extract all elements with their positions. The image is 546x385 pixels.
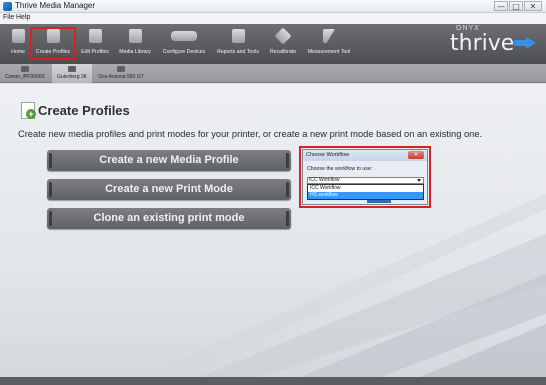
maximize-button[interactable]: □ (509, 1, 523, 11)
printer-strip: Canon_iPF9000S Guterberg 3K Oce Arizona … (0, 64, 546, 83)
app-icon (3, 2, 12, 11)
toolbar-home-label: Home (11, 49, 25, 55)
create-print-mode-label: Create a new Print Mode (105, 183, 233, 195)
printer-guterberg[interactable]: Guterberg 3K (52, 64, 92, 83)
workflow-option-icc[interactable]: ICC Workflow (308, 185, 423, 192)
edit-profiles-icon (88, 29, 102, 43)
main-toolbar: Home Create Profiles Edit Profiles Media… (0, 24, 546, 64)
dialog-titlebar: Choose Workflow ✕ (303, 150, 427, 161)
menu-help[interactable]: Help (16, 14, 30, 21)
printer-oce-arizona-label: Oce Arizona 550 GT (98, 74, 144, 80)
button-cap-right (286, 153, 289, 168)
toolbar-media-library[interactable]: Media Library (117, 29, 153, 59)
window-controls: — □ ✕ (493, 1, 542, 11)
toolbar-measurement-tool-label: Measurement Tool (307, 49, 351, 55)
title-bar: Thrive Media Manager — □ ✕ (0, 0, 546, 13)
page-title: Create Profiles (38, 103, 130, 118)
toolbar-configure-devices-label: Configure Devices (162, 49, 206, 55)
toolbar-reports-tools[interactable]: Reports and Tools (214, 29, 262, 59)
background-decoration (140, 194, 546, 377)
printer-canon-label: Canon_iPF9000S (5, 74, 45, 80)
workflow-dropdown-list: ICC Workflow HS workflow (307, 184, 424, 200)
home-icon (11, 29, 25, 43)
printer-guterberg-label: Guterberg 3K (56, 74, 88, 80)
measurement-tool-icon (323, 29, 335, 43)
toolbar-measurement-tool[interactable]: Measurement Tool (305, 29, 353, 59)
create-profiles-highlight (30, 27, 76, 60)
dialog-close-button[interactable]: ✕ (408, 151, 424, 159)
toolbar-edit-profiles-label: Edit Profiles (81, 49, 109, 55)
dialog-prompt: Choose the workflow to use: (307, 166, 373, 172)
workflow-option-hs[interactable]: HS workflow (308, 192, 423, 199)
create-media-profile-label: Create a new Media Profile (99, 154, 239, 166)
printer-icon (21, 66, 29, 72)
page-description: Create new media profiles and print mode… (18, 129, 483, 139)
button-cap-left (49, 211, 52, 226)
toolbar-configure-devices[interactable]: Configure Devices (159, 29, 209, 59)
clone-print-mode-button[interactable]: Clone an existing print mode (47, 208, 291, 229)
status-bar (0, 377, 546, 385)
recalibrate-icon (274, 27, 292, 45)
create-profile-icon: + (21, 102, 36, 119)
plus-icon: + (26, 109, 36, 119)
toolbar-edit-profiles[interactable]: Edit Profiles (78, 29, 112, 59)
create-media-profile-button[interactable]: Create a new Media Profile (47, 150, 291, 171)
reports-tools-icon (231, 29, 245, 43)
page-header: + Create Profiles (21, 102, 130, 119)
logo-arrow-icon (514, 37, 536, 49)
dialog-title: Choose Workflow (306, 152, 349, 158)
printer-oce-arizona[interactable]: Oce Arizona 550 GT (96, 64, 146, 83)
content-area: + Create Profiles Create new media profi… (0, 84, 546, 377)
media-library-icon (128, 29, 142, 43)
button-cap-left (49, 153, 52, 168)
minimize-button[interactable]: — (494, 1, 508, 11)
logo-product: thrive (450, 31, 515, 56)
window-title: Thrive Media Manager (15, 1, 96, 10)
toolbar-reports-tools-label: Reports and Tools (217, 49, 259, 55)
toolbar-media-library-label: Media Library (119, 49, 151, 55)
chevron-down-icon (417, 179, 421, 182)
choose-workflow-dialog: Choose Workflow ✕ Choose the workflow to… (302, 149, 428, 205)
workflow-select[interactable]: ICC Workflow (307, 177, 424, 184)
configure-devices-icon (171, 31, 197, 41)
printer-icon (117, 66, 125, 72)
menu-file[interactable]: File (3, 14, 14, 21)
toolbar-recalibrate[interactable]: Recalibrate (267, 27, 299, 59)
clone-print-mode-label: Clone an existing print mode (93, 212, 245, 224)
toolbar-home[interactable]: Home (7, 29, 29, 59)
create-print-mode-button[interactable]: Create a new Print Mode (47, 179, 291, 200)
toolbar-recalibrate-label: Recalibrate (269, 49, 297, 55)
workflow-select-value: ICC Workflow (309, 177, 340, 183)
button-cap-right (286, 211, 289, 226)
close-button[interactable]: ✕ (524, 1, 542, 11)
menu-bar: File Help (0, 13, 546, 24)
printer-icon (68, 66, 76, 72)
printer-canon[interactable]: Canon_iPF9000S (2, 64, 48, 83)
button-cap-right (286, 182, 289, 197)
dialog-ok-button[interactable] (367, 200, 391, 203)
button-cap-left (49, 182, 52, 197)
